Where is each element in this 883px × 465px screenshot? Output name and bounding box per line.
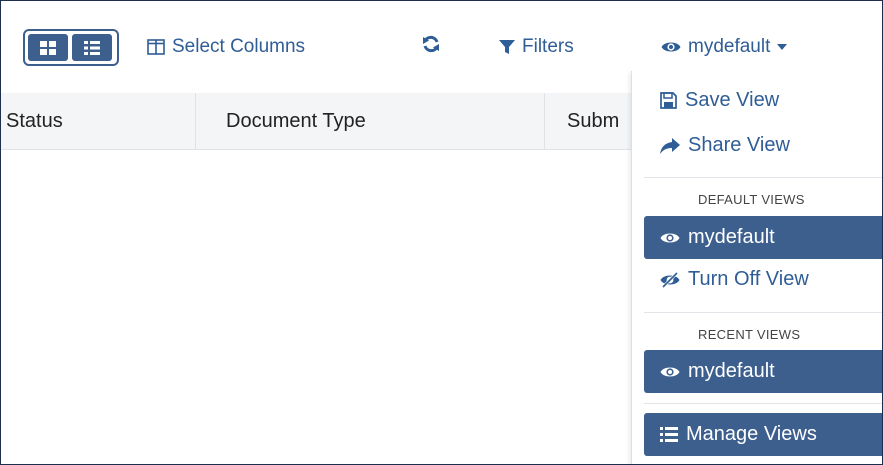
list-view-button[interactable] (72, 34, 112, 61)
list-icon (660, 427, 678, 442)
eye-icon (660, 367, 680, 376)
refresh-button[interactable] (421, 34, 441, 54)
default-view-label: mydefault (688, 226, 775, 248)
save-view-item[interactable]: Save View (660, 89, 779, 112)
dropdown-divider (644, 403, 882, 404)
grid-icon (40, 40, 56, 55)
eye-icon (660, 233, 680, 242)
view-dropdown-toggle[interactable]: mydefault (661, 34, 788, 60)
recent-views-heading: RECENT VIEWS (698, 327, 801, 342)
turn-off-view-label: Turn Off View (688, 268, 809, 290)
save-view-label: Save View (685, 89, 780, 111)
columns-icon (147, 39, 165, 55)
refresh-icon (423, 35, 439, 53)
manage-views-label: Manage Views (686, 423, 817, 445)
app-frame: Select Columns Filters mydefault Status … (0, 0, 883, 465)
eye-slash-icon (660, 271, 680, 288)
caret-down-icon (777, 43, 788, 50)
view-dropdown-label: mydefault (688, 36, 771, 57)
column-header-submitted[interactable]: Subm (567, 93, 619, 149)
dropdown-divider (644, 312, 882, 313)
column-header-status[interactable]: Status (6, 93, 63, 149)
default-view-mydefault-item[interactable]: mydefault (644, 216, 882, 259)
share-view-item[interactable]: Share View (660, 134, 790, 157)
turn-off-view-item[interactable]: Turn Off View (660, 268, 809, 291)
grid-view-button[interactable] (28, 34, 68, 61)
filter-icon (499, 40, 515, 54)
filters-button[interactable]: Filters (499, 34, 574, 60)
view-toggle-group (23, 29, 119, 66)
eye-icon (661, 42, 681, 52)
list-icon (84, 40, 100, 55)
view-dropdown-menu: Save View Share View DEFAULT VIEWS mydef… (631, 71, 882, 464)
filters-label: Filters (522, 36, 574, 57)
recent-view-label: mydefault (688, 360, 775, 382)
share-arrow-icon (660, 137, 680, 154)
floppy-disk-icon (660, 92, 677, 109)
column-divider (544, 93, 545, 149)
dropdown-divider (644, 177, 882, 178)
select-columns-label: Select Columns (172, 36, 306, 57)
column-header-document-type[interactable]: Document Type (226, 93, 366, 149)
recent-view-mydefault-item[interactable]: mydefault (644, 350, 882, 393)
default-views-heading: DEFAULT VIEWS (698, 192, 805, 207)
share-view-label: Share View (688, 134, 790, 156)
manage-views-button[interactable]: Manage Views (644, 413, 882, 456)
column-divider (195, 93, 196, 149)
select-columns-button[interactable]: Select Columns (147, 34, 305, 60)
